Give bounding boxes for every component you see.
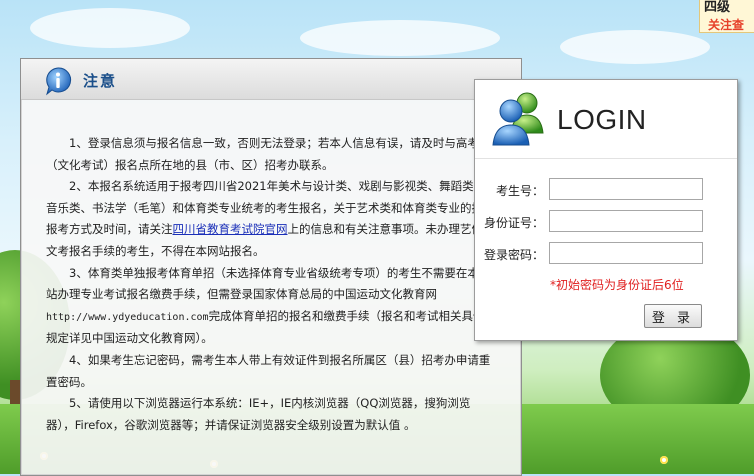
banner-line1: 四级 [704,0,731,15]
notice-body: 1、登录信息须与报名信息一致，否则无法登录；若本人信息有误，请及时与高考（文化考… [46,133,496,436]
candidate-number-row: 考生号： [475,178,737,202]
notice-p3-text: 3、体育类单独报考体育单招（未选择体育专业省级统考专项）的考生不需要在本网站办理… [46,265,491,302]
notice-paragraph-2: 2、本报名系统适用于报考四川省2021年美术与设计类、戏剧与影视类、舞蹈类、音乐… [46,176,496,262]
follow-banner[interactable]: 四级 关注查 [699,0,754,33]
password-input[interactable] [549,242,703,264]
id-number-label: 身份证号： [483,216,544,230]
exam-authority-link[interactable]: 四川省教育考试院官网 [173,222,288,236]
notice-paragraph-4: 4、如果考生忘记密码，需考生本人带上有效证件到报名所属区（县）招考办申请重置密码… [46,352,491,389]
candidate-number-input[interactable] [549,178,703,200]
notice-paragraph-5: 5、请使用以下浏览器运行本系统：IE+，IE内核浏览器（QQ浏览器，搜狗浏览器）… [46,396,471,432]
notice-paragraph-1: 1、登录信息须与报名信息一致，否则无法登录；若本人信息有误，请及时与高考（文化考… [46,136,479,172]
candidate-number-label: 考生号： [495,184,544,198]
id-number-input[interactable] [549,210,703,232]
login-button[interactable]: 登 录 [644,304,702,328]
ydy-education-url: http://www.ydyeducation.com [46,311,209,323]
notice-paragraph-3: 3、体育类单独报考体育单招（未选择体育专业省级统考专项）的考生不需要在本网站办理… [46,263,496,350]
info-icon [46,67,72,96]
flower [660,456,668,464]
password-row: 登录密码： [475,242,737,266]
login-header: LOGIN [475,80,737,159]
banner-line2: 关注查 [708,18,745,32]
id-number-row: 身份证号： [475,210,737,234]
password-label: 登录密码： [483,248,544,262]
password-hint: *初始密码为身份证后6位 [550,278,684,292]
notice-title: 注意 [83,72,118,90]
cloud [560,30,710,64]
notice-header: 注意 [21,59,521,100]
login-panel: LOGIN 考生号： 身份证号： 登录密码： *初始密码为身份证后6位 登 录 [474,79,738,341]
cloud [30,8,190,48]
users-icon [492,92,544,146]
cloud [300,20,500,56]
notice-panel: 注意 1、登录信息须与报名信息一致，否则无法登录；若本人信息有误，请及时与高考（… [20,58,522,476]
login-title: LOGIN [557,104,647,135]
